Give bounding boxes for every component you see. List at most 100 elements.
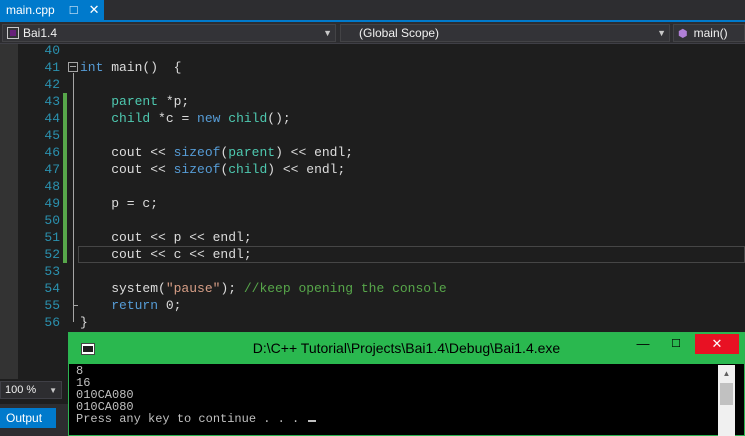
member-dropdown[interactable]: ⬢ main() xyxy=(673,24,745,42)
code-token: child xyxy=(111,111,151,126)
navigation-bar: Bai1.4 ▼ (Global Scope) ▼ ⬢ main() xyxy=(0,22,745,44)
maximize-button[interactable]: ☐ xyxy=(662,333,690,355)
code-text: return 0; xyxy=(80,297,181,314)
line-number: 50 xyxy=(44,213,60,228)
pin-icon[interactable]: ☐ xyxy=(69,4,79,17)
cpp-project-icon xyxy=(7,27,19,39)
change-marker xyxy=(63,229,67,246)
code-token: cout << xyxy=(80,162,174,177)
code-token: cout << c << endl; xyxy=(80,247,252,262)
code-token: child xyxy=(228,111,268,126)
code-token: sizeof xyxy=(173,162,221,177)
line-number: 47 xyxy=(44,162,60,177)
zoom-dropdown[interactable]: 100 % ▼ xyxy=(0,381,62,399)
line-number: 52 xyxy=(44,247,60,262)
console-title-bar[interactable]: D:\C++ Tutorial\Projects\Bai1.4\Debug\Ba… xyxy=(69,333,744,364)
scrollbar-thumb[interactable] xyxy=(720,383,733,405)
code-token: ) << endl; xyxy=(267,162,346,177)
code-token: parent xyxy=(228,145,276,160)
code-token: ) << endl; xyxy=(275,145,354,160)
console-window[interactable]: D:\C++ Tutorial\Projects\Bai1.4\Debug\Ba… xyxy=(68,332,745,436)
change-marker xyxy=(63,178,67,195)
code-token: p = c; xyxy=(80,196,159,211)
code-token: cout << xyxy=(80,145,174,160)
code-text: cout << sizeof(parent) << endl; xyxy=(80,144,353,161)
console-output[interactable]: 8 16 010CA080 010CA080 Press any key to cont… xyxy=(76,365,716,436)
code-text: int main() { xyxy=(80,59,181,76)
code-line[interactable]: 54 system("pause"); //keep opening the c… xyxy=(0,280,745,297)
code-line[interactable]: 41 int main() { xyxy=(0,59,745,76)
console-line: 16 xyxy=(76,376,91,390)
zoom-level: 100 % xyxy=(5,384,37,396)
code-line[interactable]: 42 xyxy=(0,76,745,93)
scope-dropdown[interactable]: (Global Scope) ▼ xyxy=(340,24,670,42)
scope-dropdown-value: (Global Scope) xyxy=(359,26,440,40)
change-marker xyxy=(63,127,67,144)
code-line[interactable]: 56} xyxy=(0,314,745,331)
code-line[interactable]: 46 cout << sizeof(parent) << endl; xyxy=(0,144,745,161)
code-line[interactable]: 48 xyxy=(0,178,745,195)
outline-guide-end xyxy=(73,305,78,306)
minimize-button[interactable]: — xyxy=(629,333,657,355)
line-number: 43 xyxy=(44,94,60,109)
code-line[interactable]: 49 p = c; xyxy=(0,195,745,212)
line-number: 55 xyxy=(44,298,60,313)
code-token: main() { xyxy=(103,60,182,75)
change-marker xyxy=(63,246,67,263)
code-token: child xyxy=(228,162,268,177)
code-token: 0; xyxy=(158,298,182,313)
chevron-down-icon: ▼ xyxy=(49,385,57,395)
code-editor[interactable]: 40 41 int main() {42 43 parent *p; 44 child … xyxy=(0,42,745,379)
code-line[interactable]: 55 return 0; xyxy=(0,297,745,314)
bottom-tool-tabs: Output xyxy=(0,404,70,436)
document-tab-strip: main.cpp ☐ ✕ xyxy=(0,0,745,22)
code-text: p = c; xyxy=(80,195,158,212)
collapse-icon[interactable] xyxy=(68,62,78,72)
console-scrollbar[interactable]: ▲ xyxy=(718,365,735,436)
code-line[interactable]: 52 cout << c << endl; xyxy=(0,246,745,263)
code-token: //keep opening the console xyxy=(243,281,447,296)
code-line[interactable]: 44 child *c = new child(); xyxy=(0,110,745,127)
tab-output[interactable]: Output xyxy=(0,408,56,428)
code-token: "pause" xyxy=(165,281,221,296)
code-token: int xyxy=(80,60,104,75)
change-marker xyxy=(63,212,67,229)
line-number: 49 xyxy=(44,196,60,211)
code-line[interactable]: 51 cout << p << endl; xyxy=(0,229,745,246)
code-text: parent *p; xyxy=(80,93,189,110)
code-token: system( xyxy=(80,281,166,296)
code-line[interactable]: 47 cout << sizeof(child) << endl; xyxy=(0,161,745,178)
project-dropdown[interactable]: Bai1.4 ▼ xyxy=(2,24,336,42)
tab-main-cpp[interactable]: main.cpp ☐ ✕ xyxy=(0,0,104,20)
scroll-up-arrow-icon[interactable]: ▲ xyxy=(718,365,735,382)
code-token: new xyxy=(197,111,221,126)
change-marker xyxy=(63,144,67,161)
code-token: parent xyxy=(111,94,159,109)
line-number: 46 xyxy=(44,145,60,160)
line-number: 56 xyxy=(44,315,60,330)
code-text: cout << p << endl; xyxy=(80,229,251,246)
method-cube-icon: ⬢ xyxy=(678,27,688,40)
console-line: Press any key to continue . . . xyxy=(76,413,716,425)
code-line[interactable]: 43 parent *p; xyxy=(0,93,745,110)
member-dropdown-value: main() xyxy=(693,26,728,40)
outline-guide xyxy=(73,73,74,322)
project-dropdown-value: Bai1.4 xyxy=(23,26,58,40)
close-icon[interactable]: ✕ xyxy=(89,2,100,18)
code-text: } xyxy=(80,314,88,331)
line-number: 51 xyxy=(44,230,60,245)
code-line[interactable]: 50 xyxy=(0,212,745,229)
code-line[interactable]: 40 xyxy=(0,42,745,59)
code-token: return xyxy=(111,298,159,313)
code-line[interactable]: 53 xyxy=(0,263,745,280)
close-button[interactable]: ✕ xyxy=(695,334,739,354)
code-token: *p; xyxy=(158,94,190,109)
tab-title: main.cpp xyxy=(6,3,55,17)
code-token: (); xyxy=(267,111,291,126)
console-line: 010CA080 xyxy=(76,388,134,402)
line-number: 45 xyxy=(44,128,60,143)
code-line[interactable]: 45 xyxy=(0,127,745,144)
